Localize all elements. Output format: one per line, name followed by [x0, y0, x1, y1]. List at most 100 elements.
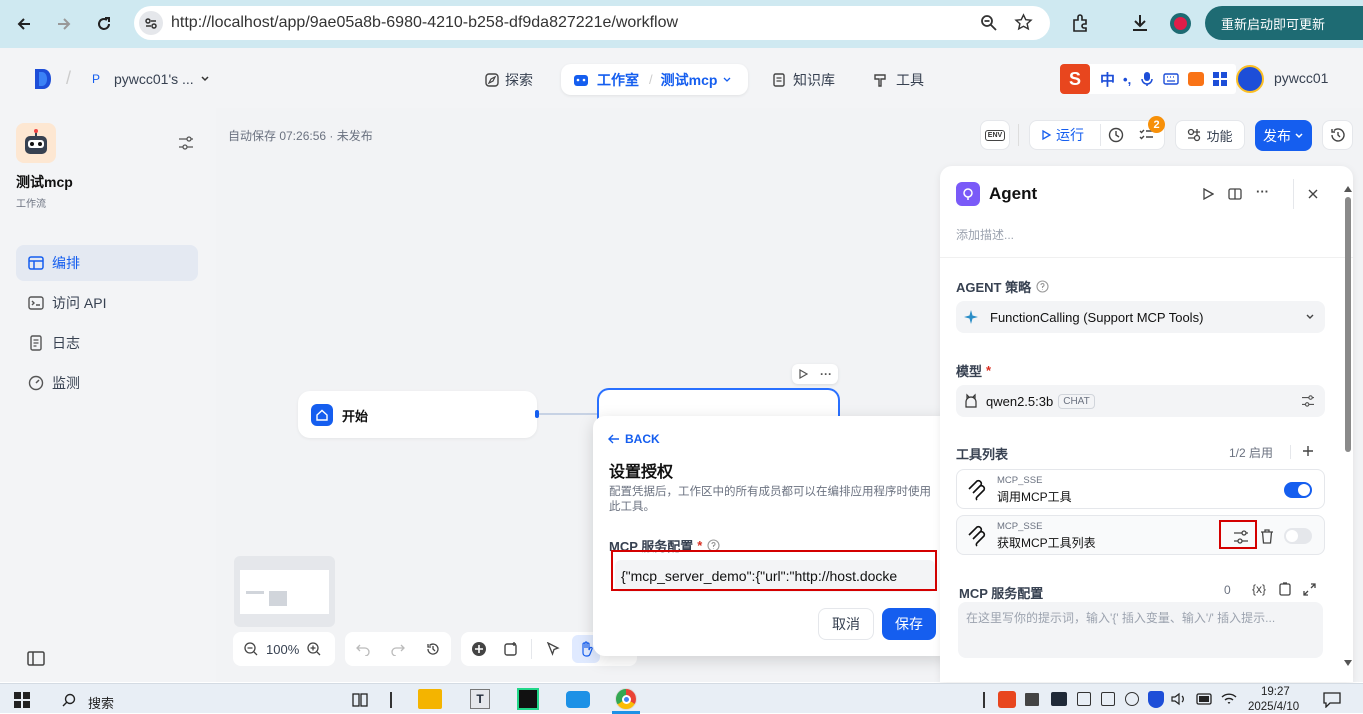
play-icon[interactable]: [798, 369, 808, 379]
help-icon[interactable]: [1036, 280, 1049, 293]
punctuation-icon[interactable]: •,: [1123, 72, 1131, 87]
more-icon[interactable]: ···: [820, 367, 832, 381]
tool-toggle[interactable]: [1284, 482, 1312, 498]
copy-icon[interactable]: [1279, 582, 1291, 596]
taskbar-date[interactable]: 2025/4/10: [1248, 701, 1299, 713]
zoom-out-icon[interactable]: [244, 642, 258, 656]
app-settings-icon[interactable]: [178, 136, 194, 150]
play-icon[interactable]: [1202, 188, 1214, 200]
sogou-logo-icon[interactable]: S: [1060, 64, 1090, 94]
sidebar-item-monitor[interactable]: 监测: [16, 365, 198, 401]
docker-icon[interactable]: [566, 691, 590, 708]
volume-icon[interactable]: [1171, 692, 1187, 706]
pycharm-icon[interactable]: [517, 688, 539, 710]
microphone-icon[interactable]: [1141, 71, 1153, 87]
site-info-icon[interactable]: [139, 11, 163, 35]
taskbar-search-label[interactable]: 搜索: [88, 693, 114, 712]
zoom-icon[interactable]: [980, 14, 998, 32]
tray-icon[interactable]: [1077, 692, 1091, 706]
add-node-icon[interactable]: [471, 641, 487, 657]
cancel-button[interactable]: 取消: [818, 608, 874, 640]
security-shield-icon[interactable]: [1148, 691, 1164, 708]
insert-variable-icon[interactable]: {x}: [1252, 582, 1266, 596]
panel-scrollbar[interactable]: [1343, 181, 1353, 681]
strategy-select[interactable]: FunctionCalling (Support MCP Tools): [956, 301, 1325, 333]
sidebar-item-logs[interactable]: 日志: [16, 325, 198, 361]
tool-item[interactable]: MCP_SSE 调用MCP工具: [956, 469, 1325, 509]
workspace-switcher[interactable]: P pywcc01's ...: [86, 66, 210, 92]
address-bar[interactable]: http://localhost/app/9ae05a8b-6980-4210-…: [134, 6, 1050, 40]
tray-icon[interactable]: [1025, 693, 1039, 706]
version-history-button[interactable]: [1322, 120, 1353, 150]
zoom-in-icon[interactable]: [307, 642, 321, 656]
run-button[interactable]: 运行: [1040, 125, 1084, 145]
save-button[interactable]: 保存: [882, 608, 936, 640]
trash-icon[interactable]: [1260, 529, 1274, 544]
notification-icon[interactable]: [1323, 692, 1341, 708]
expand-icon[interactable]: [1303, 583, 1316, 596]
close-icon[interactable]: [1307, 188, 1319, 200]
sidebar-item-api[interactable]: 访问 API: [16, 285, 198, 321]
add-tool-icon[interactable]: [1302, 445, 1314, 457]
sidebar-item-orchestrate[interactable]: 编排: [16, 245, 198, 281]
nav-studio[interactable]: 工作室 / 测试mcp: [561, 64, 748, 95]
pointer-icon[interactable]: [546, 642, 560, 656]
relaunch-update-button[interactable]: 重新启动即可更新: [1205, 6, 1363, 40]
task-view-icon[interactable]: [352, 693, 368, 707]
wifi-icon[interactable]: [1221, 692, 1237, 706]
more-icon[interactable]: ···: [1256, 184, 1269, 199]
windows-start-icon[interactable]: [14, 692, 30, 708]
keyboard-icon[interactable]: [1163, 73, 1179, 85]
grid-icon[interactable]: [1212, 71, 1228, 87]
zoom-level[interactable]: 100%: [266, 642, 299, 657]
download-icon[interactable]: [1130, 13, 1150, 33]
forward-arrow-icon[interactable]: [50, 10, 78, 38]
start-node[interactable]: 开始: [298, 391, 537, 438]
undo-icon[interactable]: [355, 642, 370, 656]
bookmark-star-icon[interactable]: [1014, 13, 1033, 32]
clock-icon: [1330, 128, 1345, 142]
battery-icon[interactable]: [1196, 693, 1214, 705]
redo-icon[interactable]: [391, 642, 405, 656]
skin-icon[interactable]: [1188, 72, 1205, 86]
extensions-icon[interactable]: [1071, 13, 1091, 33]
history-icon[interactable]: [426, 642, 440, 656]
search-icon[interactable]: [62, 693, 76, 707]
docs-icon[interactable]: [1228, 187, 1242, 201]
file-explorer-icon[interactable]: [418, 689, 442, 709]
tool-toggle[interactable]: [1284, 528, 1312, 544]
username[interactable]: pywcc01: [1274, 70, 1328, 86]
ime-mode-label[interactable]: 中: [1100, 69, 1115, 90]
add-note-icon[interactable]: [503, 641, 519, 657]
back-arrow-icon[interactable]: [10, 10, 38, 38]
dify-logo-icon[interactable]: [33, 67, 53, 91]
minimap[interactable]: [234, 556, 335, 627]
history-icon[interactable]: [1108, 127, 1124, 143]
tray-icon[interactable]: [1101, 692, 1115, 706]
collapse-sidebar-icon[interactable]: [27, 651, 45, 666]
model-select[interactable]: qwen2.5:3b CHAT: [956, 385, 1325, 417]
model-settings-icon[interactable]: [1301, 395, 1315, 407]
prompt-editor[interactable]: 在这里写你的提示词，输入'{' 插入变量、输入'/' 插入提示...: [958, 602, 1323, 658]
taskbar-time[interactable]: 19:27: [1261, 686, 1290, 698]
reload-icon[interactable]: [90, 10, 118, 38]
panel-title[interactable]: Agent: [989, 184, 1037, 204]
sogou-tray-icon[interactable]: [998, 691, 1016, 708]
nav-explore[interactable]: 探索: [485, 65, 533, 95]
env-button[interactable]: ENV: [980, 120, 1010, 150]
nav-knowledge[interactable]: 知识库: [772, 65, 835, 95]
description-input[interactable]: 添加描述...: [956, 226, 1014, 243]
profile-icon[interactable]: [1170, 13, 1191, 34]
tray-icon[interactable]: [1051, 692, 1067, 706]
nav-tools[interactable]: 工具: [873, 65, 924, 95]
features-button[interactable]: 功能: [1175, 120, 1245, 150]
back-button[interactable]: BACK: [608, 432, 660, 446]
tool-item[interactable]: MCP_SSE 获取MCP工具列表: [956, 515, 1325, 555]
publish-button[interactable]: 发布: [1255, 120, 1312, 151]
chrome-icon[interactable]: [615, 688, 637, 710]
sidebar-item-label: 日志: [52, 335, 80, 351]
avatar[interactable]: [1236, 65, 1264, 93]
nav-app-label[interactable]: 测试mcp: [661, 70, 718, 90]
tray-icon[interactable]: [1125, 692, 1139, 706]
typora-icon[interactable]: T: [470, 689, 490, 709]
